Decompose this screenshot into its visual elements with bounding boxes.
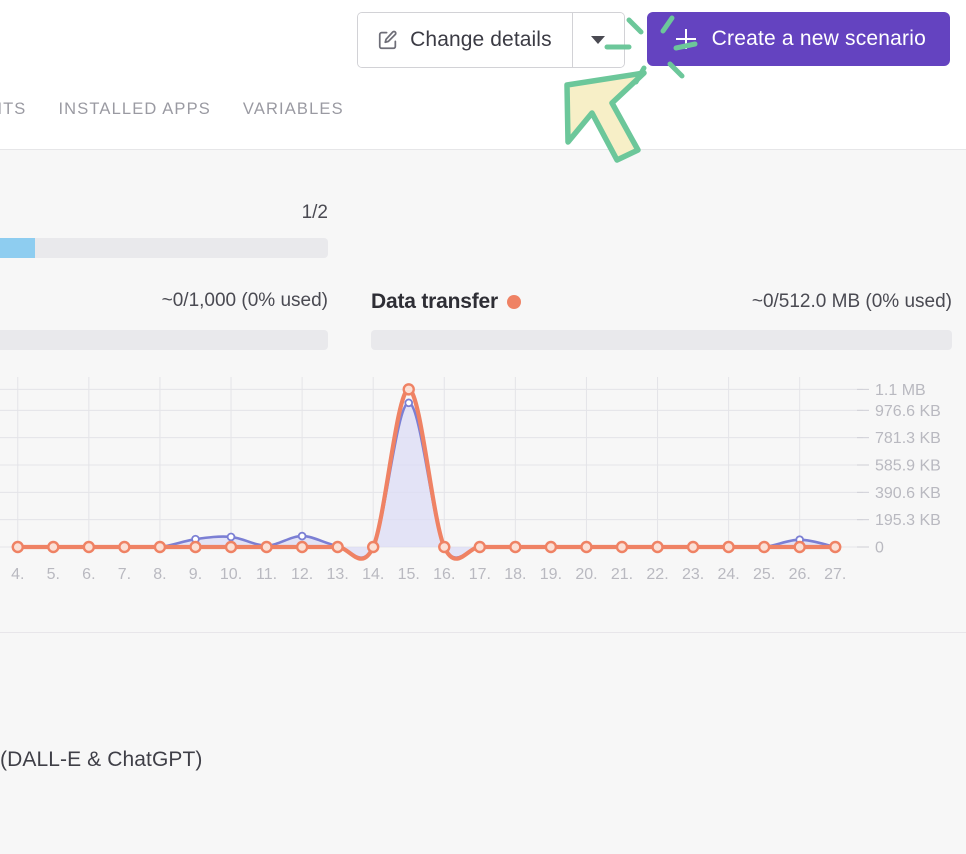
chart-x-label: 23. [681, 566, 705, 583]
chart-x-label: 6. [82, 566, 96, 583]
chart-x-label: 21. [610, 566, 634, 583]
data-transfer-chart-svg: 0 195.3 KB 390.6 KB 585.9 KB 781.3 KB 976.6 K… [0, 377, 941, 561]
chart-x-axis: 4. 5. 6. 7. 8. 9. 10. 11. 12. 13. 14. 15. 16. 17. 18. 1… [0, 566, 966, 590]
header-actions: Change details Create a new scenario [357, 12, 950, 68]
change-details-dropdown-button[interactable] [571, 13, 624, 67]
chart-x-label: 8. [153, 566, 167, 583]
chart-x-label: 19. [539, 566, 563, 583]
chart-x-label: 15. [397, 566, 420, 583]
change-details-label: Change details [410, 28, 552, 51]
svg-text:781.3 KB: 781.3 KB [875, 430, 941, 447]
operations-progress-fill [0, 238, 35, 258]
change-details-button-group: Change details [357, 12, 625, 68]
operations-secondary-progress-bar [0, 330, 328, 350]
operations-progress-bar [0, 238, 328, 258]
section-divider [0, 632, 966, 633]
footnote-text: (DALL-E & ChatGPT) [0, 748, 203, 771]
chart-x-label: 5. [46, 566, 60, 583]
svg-text:585.9 KB: 585.9 KB [875, 458, 941, 475]
data-transfer-progress-bar [371, 330, 952, 350]
chart-x-label: 26. [788, 566, 811, 583]
chart-x-label: 27. [824, 566, 847, 583]
chart-x-label: 22. [646, 566, 669, 583]
operations-ratio: 1/2 [301, 202, 328, 223]
usage-panel: 1/2 ~0/1,000 (0% used) Data transfer ~0/… [0, 150, 966, 632]
chart-x-label: 20. [575, 566, 598, 583]
plus-icon [675, 29, 696, 49]
chart-x-label: 14. [362, 566, 385, 583]
svg-text:1.1 MB: 1.1 MB [875, 382, 926, 399]
chart-x-label: 16. [433, 566, 456, 583]
data-transfer-title: Data transfer [371, 290, 521, 314]
svg-text:390.6 KB: 390.6 KB [875, 485, 941, 502]
usage-label-row: ~0/1,000 (0% used) Data transfer ~0/512.… [0, 290, 966, 318]
tab-variables[interactable]: VARIABLES [227, 100, 360, 119]
chart-x-label: 18. [504, 566, 527, 583]
chart-x-label: 24. [717, 566, 740, 583]
chart-x-label: 11. [256, 566, 278, 583]
chart-x-label: 13. [326, 566, 349, 583]
data-transfer-chart: 0 195.3 KB 390.6 KB 585.9 KB 781.3 KB 976.6 K… [0, 375, 966, 580]
chart-x-label: 12. [290, 566, 314, 583]
chart-x-label: 7. [117, 566, 132, 583]
data-transfer-legend-dot [506, 295, 521, 309]
chart-x-label: 25. [753, 566, 776, 583]
svg-text:976.6 KB: 976.6 KB [875, 403, 941, 420]
svg-text:195.3 KB: 195.3 KB [875, 512, 941, 529]
create-new-scenario-label: Create a new scenario [711, 27, 926, 50]
chevron-down-icon [591, 36, 606, 44]
svg-text:0: 0 [875, 540, 884, 557]
change-details-button[interactable]: Change details [358, 13, 572, 67]
page-header: Change details Create a new scenario NTS… [0, 0, 966, 150]
chart-x-label: 10. [219, 566, 243, 583]
create-new-scenario-button[interactable]: Create a new scenario [646, 12, 950, 66]
tab-connections[interactable]: NTS [0, 100, 42, 119]
edit-pencil-square-icon [377, 29, 399, 51]
chart-x-label: 4. [11, 566, 25, 583]
chart-x-label: 9. [188, 566, 203, 583]
chart-x-label: 17. [468, 566, 491, 583]
tab-installed-apps[interactable]: INSTALLED APPS [42, 100, 226, 119]
operations-usage-value: ~0/1,000 (0% used) [161, 290, 328, 311]
data-transfer-title-text: Data transfer [371, 290, 498, 313]
data-transfer-usage-value: ~0/512.0 MB (0% used) [751, 291, 952, 312]
tab-bar: NTS INSTALLED APPS VARIABLES [0, 100, 360, 119]
